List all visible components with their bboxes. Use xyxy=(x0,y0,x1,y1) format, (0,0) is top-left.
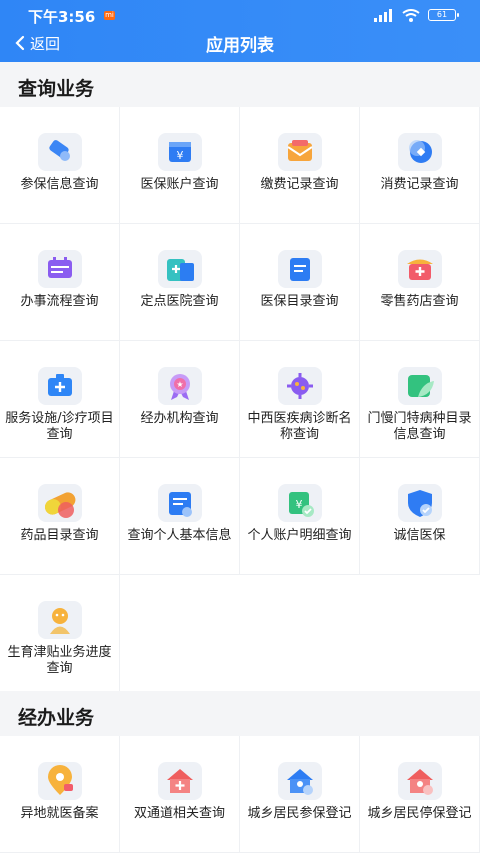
account-check-icon: ¥ xyxy=(278,484,322,522)
app-tile-payment-records[interactable]: 缴费记录查询 xyxy=(240,107,359,223)
app-tile-process[interactable]: 办事流程查询 xyxy=(0,224,119,340)
tile-label: 中西医疾病诊断名称查询 xyxy=(247,411,352,442)
empty-cell xyxy=(120,575,480,691)
app-tile-pharmacy[interactable]: 零售药店查询 xyxy=(360,224,479,340)
section-header-query: 查询业务 xyxy=(0,62,480,107)
shield-check-icon xyxy=(398,484,442,522)
nav-bar: 返回 应用列表 xyxy=(0,26,480,62)
status-time: 下午3:56 xyxy=(28,8,96,26)
wifi-icon xyxy=(402,8,420,22)
handling-services-grid: 异地就医备案 双通道相关查询 城乡居民参保登记 城乡居民停保登记 xyxy=(0,736,480,853)
app-tile-maternity[interactable]: 生育津贴业务进度查询 xyxy=(0,575,119,691)
app-tile-drug-catalog[interactable]: 药品目录查询 xyxy=(0,458,119,574)
capsule-icon xyxy=(38,484,82,522)
app-tile-chronic-disease[interactable]: 门慢门特病种目录信息查询 xyxy=(360,341,479,457)
house-person-icon xyxy=(278,762,322,800)
calendar-flow-icon xyxy=(38,250,82,288)
hospital-building-icon xyxy=(158,250,202,288)
insurance-tag-icon xyxy=(38,133,82,171)
profile-card-icon xyxy=(158,484,202,522)
app-tile-account-detail[interactable]: ¥ 个人账户明细查询 xyxy=(240,458,359,574)
baby-icon xyxy=(38,601,82,639)
tile-label: 城乡居民停保登记 xyxy=(367,806,472,821)
document-list-icon xyxy=(278,250,322,288)
tile-label: 药品目录查询 xyxy=(20,528,99,543)
section-title: 查询业务 xyxy=(18,78,95,100)
tile-label: 诚信医保 xyxy=(393,528,446,543)
app-tile-dual-channel[interactable]: 双通道相关查询 xyxy=(120,736,239,852)
mi-notification-icon: mi xyxy=(104,11,115,20)
tile-label: 服务设施/诊疗项目查询 xyxy=(5,411,114,442)
battery-icon: 61 xyxy=(428,9,459,21)
house-cross-icon xyxy=(158,762,202,800)
tile-label: 缴费记录查询 xyxy=(260,177,339,192)
virus-icon xyxy=(278,367,322,405)
svg-text:★: ★ xyxy=(176,380,183,389)
medical-kit-icon xyxy=(38,367,82,405)
app-tile-hospital[interactable]: 定点医院查询 xyxy=(120,224,239,340)
signal-icon xyxy=(374,8,392,22)
tile-label: 查询个人基本信息 xyxy=(127,528,232,543)
page-title: 应用列表 xyxy=(206,36,274,56)
app-tile-consumption[interactable]: 消费记录查询 xyxy=(360,107,479,223)
status-bar: 下午3:56 mi 61 xyxy=(0,0,480,26)
app-tile-catalog[interactable]: 医保目录查询 xyxy=(240,224,359,340)
tile-label: 零售药店查询 xyxy=(380,294,459,309)
status-icons: 61 xyxy=(374,8,459,22)
section-header-handling: 经办业务 xyxy=(0,691,480,736)
tile-label: 城乡居民参保登记 xyxy=(247,806,352,821)
tile-label: 办事流程查询 xyxy=(20,294,99,309)
tile-label: 异地就医备案 xyxy=(20,806,99,821)
wallet-yuan-icon: ¥ xyxy=(158,133,202,171)
app-tile-resident-register[interactable]: 城乡居民参保登记 xyxy=(240,736,359,852)
tile-label: 双通道相关查询 xyxy=(133,806,225,821)
tile-label: 经办机构查询 xyxy=(140,411,219,426)
coin-disc-icon xyxy=(398,133,442,171)
app-tile-facilities[interactable]: 服务设施/诊疗项目查询 xyxy=(0,341,119,457)
app-tile-credit[interactable]: 诚信医保 xyxy=(360,458,479,574)
pharmacy-store-icon xyxy=(398,250,442,288)
svg-text:¥: ¥ xyxy=(296,498,303,511)
svg-text:¥: ¥ xyxy=(177,149,184,162)
tile-label: 个人账户明细查询 xyxy=(247,528,352,543)
app-tile-diagnosis[interactable]: 中西医疾病诊断名称查询 xyxy=(240,341,359,457)
tile-label: 参保信息查询 xyxy=(20,177,99,192)
app-tile-insurance-info[interactable]: 参保信息查询 xyxy=(0,107,119,223)
medal-star-icon: ★ xyxy=(158,367,202,405)
tile-label: 医保目录查询 xyxy=(260,294,339,309)
leaf-card-icon xyxy=(398,367,442,405)
app-tile-resident-stop[interactable]: 城乡居民停保登记 xyxy=(360,736,479,852)
query-services-grid: 参保信息查询 ¥ 医保账户查询 缴费记录查询 消费记录查询 办事流程查询 定点医… xyxy=(0,107,480,691)
app-tile-remote-medical[interactable]: 异地就医备案 xyxy=(0,736,119,852)
app-tile-personal-info[interactable]: 查询个人基本信息 xyxy=(120,458,239,574)
tile-label: 消费记录查询 xyxy=(380,177,459,192)
app-header: 下午3:56 mi 61 返回 应用列表 xyxy=(0,0,480,62)
app-tile-agency[interactable]: ★ 经办机构查询 xyxy=(120,341,239,457)
tile-label: 门慢门特病种目录信息查询 xyxy=(367,411,472,442)
tile-label: 医保账户查询 xyxy=(140,177,219,192)
tile-label: 定点医院查询 xyxy=(140,294,219,309)
payment-envelope-icon xyxy=(278,133,322,171)
tile-label: 生育津贴业务进度查询 xyxy=(7,645,112,676)
app-tile-account[interactable]: ¥ 医保账户查询 xyxy=(120,107,239,223)
location-pin-icon xyxy=(38,762,82,800)
house-stop-icon xyxy=(398,762,442,800)
section-title: 经办业务 xyxy=(18,707,95,729)
